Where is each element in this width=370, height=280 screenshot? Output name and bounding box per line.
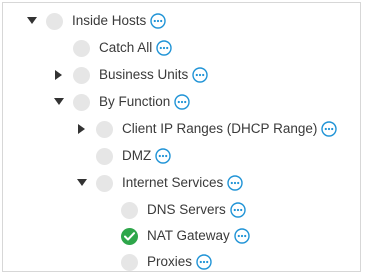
tree-item-dns-servers[interactable]: DNS Servers xyxy=(100,199,246,221)
tree-item-label: Proxies xyxy=(147,254,193,269)
node-dot-icon xyxy=(121,201,138,219)
node-dot-icon xyxy=(96,120,113,138)
node-dot-icon xyxy=(96,174,113,192)
ellipsis-circle-icon[interactable] xyxy=(227,175,243,191)
node-dot-icon xyxy=(46,12,63,30)
tree-item-dmz[interactable]: DMZ xyxy=(75,145,171,167)
caret-right-icon[interactable] xyxy=(52,68,66,82)
node-dot-icon xyxy=(96,147,113,165)
ellipsis-circle-icon[interactable] xyxy=(234,228,250,244)
tree-item-client-ip-ranges[interactable]: Client IP Ranges (DHCP Range) xyxy=(75,118,338,140)
tree-item-label: Business Units xyxy=(99,67,189,82)
node-dot-icon xyxy=(73,39,90,57)
caret-right-icon[interactable] xyxy=(75,122,89,136)
tree-item-internet-services[interactable]: Internet Services xyxy=(75,172,243,194)
tree-item-nat-gateway[interactable]: NAT Gateway xyxy=(100,225,250,247)
tree-item-inside-hosts[interactable]: Inside Hosts xyxy=(25,10,166,32)
ellipsis-circle-icon[interactable] xyxy=(156,40,172,56)
ellipsis-circle-icon[interactable] xyxy=(196,254,212,270)
tree-item-label: Catch All xyxy=(99,40,153,55)
ellipsis-circle-icon[interactable] xyxy=(230,202,246,218)
host-group-tree: Inside Hosts Catch All Business Units By… xyxy=(2,2,361,272)
node-dot-icon xyxy=(121,253,138,271)
ellipsis-circle-icon[interactable] xyxy=(155,148,171,164)
tree-item-by-function[interactable]: By Function xyxy=(52,91,190,113)
tree-item-proxies[interactable]: Proxies xyxy=(100,251,212,273)
ellipsis-circle-icon[interactable] xyxy=(192,67,208,83)
tree-item-catch-all[interactable]: Catch All xyxy=(52,37,172,59)
check-circle-icon xyxy=(121,227,138,245)
tree-item-business-units[interactable]: Business Units xyxy=(52,64,208,86)
ellipsis-circle-icon[interactable] xyxy=(321,121,338,137)
tree-item-label: By Function xyxy=(99,94,171,109)
node-dot-icon xyxy=(73,66,90,84)
caret-down-icon[interactable] xyxy=(52,95,66,109)
tree-item-label: Client IP Ranges (DHCP Range) xyxy=(122,121,318,136)
ellipsis-circle-icon[interactable] xyxy=(150,13,166,29)
ellipsis-circle-icon[interactable] xyxy=(174,94,190,110)
caret-down-icon[interactable] xyxy=(25,14,39,28)
tree-item-label: DMZ xyxy=(122,148,152,163)
tree-item-label: Internet Services xyxy=(122,175,224,190)
node-dot-icon xyxy=(73,93,90,111)
caret-down-icon[interactable] xyxy=(75,176,89,190)
tree-item-label: Inside Hosts xyxy=(72,13,147,28)
tree-item-label: DNS Servers xyxy=(147,202,226,217)
tree-item-label: NAT Gateway xyxy=(147,228,230,243)
